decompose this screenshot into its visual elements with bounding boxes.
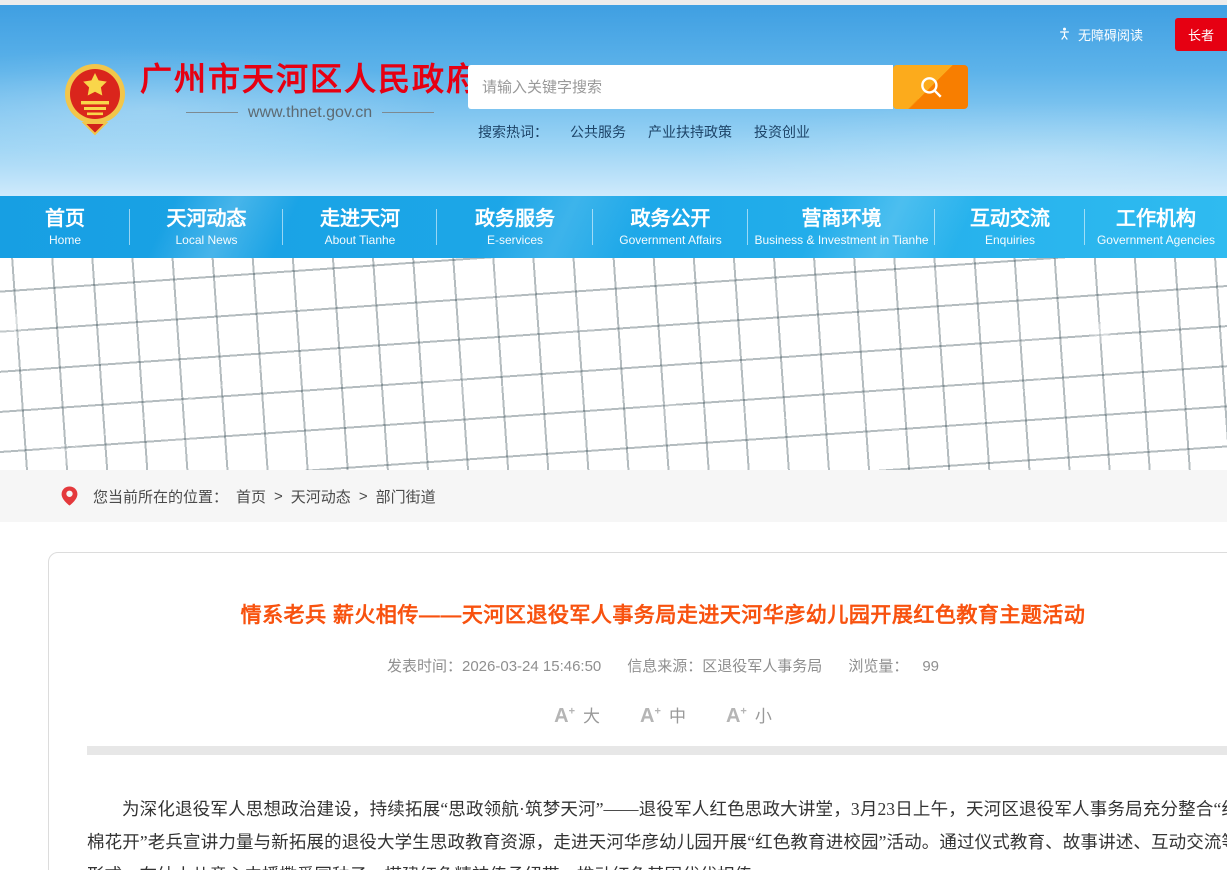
- banner-network-decoration: [0, 258, 1227, 470]
- breadcrumb-link-home[interactable]: 首页: [236, 486, 266, 507]
- accessibility-link[interactable]: 无障碍阅读: [1057, 25, 1143, 44]
- breadcrumb: 您当前所在的位置： 首页 > 天河动态 > 部门街道: [93, 486, 436, 507]
- header-utility-bar: 无障碍阅读 长者: [1057, 18, 1227, 51]
- nav-item-government-agencies[interactable]: 工作机构 Government Agencies: [1085, 196, 1227, 258]
- nav-item-government-affairs[interactable]: 政务公开 Government Affairs: [593, 196, 748, 258]
- site-logo[interactable]: 广州市天河区人民政府 www.thnet.gov.cn: [60, 61, 480, 137]
- title-body-divider: [87, 746, 1227, 755]
- site-identity: 广州市天河区人民政府 www.thnet.gov.cn: [140, 61, 480, 122]
- accessibility-label: 无障碍阅读: [1078, 25, 1143, 44]
- font-size-medium-button[interactable]: A+ 中: [640, 702, 686, 728]
- page: 无障碍阅读 长者 广州市天河区人民政府 www.thnet.gov.cn: [0, 0, 1227, 870]
- font-size-large-button[interactable]: A+ 大: [554, 702, 600, 728]
- elder-mode-button[interactable]: 长者: [1175, 18, 1227, 51]
- article-meta: 发表时间：2026-03-24 15:46:50 信息来源：区退役军人事务局 浏…: [49, 655, 1227, 676]
- hotword-link-public-services[interactable]: 公共服务: [570, 122, 626, 142]
- nav-item-home[interactable]: 首页 Home: [0, 196, 130, 258]
- hotwords-label: 搜索热词：: [478, 122, 548, 142]
- site-title: 广州市天河区人民政府: [140, 61, 480, 98]
- view-count: 浏览量：99: [848, 655, 939, 676]
- info-source: 信息来源：区退役军人事务局: [627, 655, 822, 676]
- nav-item-enquiries[interactable]: 互动交流 Enquiries: [935, 196, 1085, 258]
- breadcrumb-link-departments[interactable]: 部门街道: [376, 486, 436, 507]
- breadcrumb-label: 您当前所在的位置：: [93, 486, 228, 507]
- article-card: 情系老兵 薪火相传——天河区退役军人事务局走进天河华彦幼儿园开展红色教育主题活动…: [48, 552, 1227, 870]
- search-icon: [918, 74, 944, 100]
- search-bar: [468, 65, 893, 109]
- hotword-link-industry-policy[interactable]: 产业扶持政策: [648, 122, 732, 142]
- nav-item-local-news[interactable]: 天河动态 Local News: [130, 196, 283, 258]
- breadcrumb-link-local-news[interactable]: 天河动态: [291, 486, 351, 507]
- nav-item-business-environment[interactable]: 营商环境 Business & Investment in Tianhe: [748, 196, 935, 258]
- site-url: www.thnet.gov.cn: [186, 104, 434, 122]
- nav-item-e-services[interactable]: 政务服务 E-services: [437, 196, 593, 258]
- search-button[interactable]: [893, 65, 968, 109]
- main-nav: 首页 Home 天河动态 Local News 走进天河 About Tianh…: [0, 196, 1227, 258]
- font-size-controls: A+ 大 A+ 中 A+ 小: [49, 702, 1227, 728]
- article-title: 情系老兵 薪火相传——天河区退役军人事务局走进天河华彦幼儿园开展红色教育主题活动: [109, 599, 1217, 629]
- publish-time: 发表时间：2026-03-24 15:46:50: [387, 655, 601, 676]
- location-pin-icon: [60, 484, 79, 508]
- accessibility-icon: [1057, 26, 1072, 44]
- hotword-link-investment[interactable]: 投资创业: [754, 122, 810, 142]
- search-input[interactable]: [468, 65, 893, 109]
- article-body-paragraph: 为深化退役军人思想政治建设，持续拓展“思政领航·筑梦天河”——退役军人红色思政大…: [87, 793, 1227, 870]
- search-hotwords: 搜索热词： 公共服务 产业扶持政策 投资创业: [478, 122, 810, 142]
- section-banner: N 天河动态 / LOCAL NEWS: [0, 258, 1227, 470]
- font-size-small-button[interactable]: A+ 小: [726, 702, 772, 728]
- national-emblem-icon: [60, 61, 130, 137]
- breadcrumb-bar: 您当前所在的位置： 首页 > 天河动态 > 部门街道: [0, 470, 1227, 522]
- site-header: 无障碍阅读 长者 广州市天河区人民政府 www.thnet.gov.cn: [0, 5, 1227, 196]
- nav-item-about-tianhe[interactable]: 走进天河 About Tianhe: [283, 196, 437, 258]
